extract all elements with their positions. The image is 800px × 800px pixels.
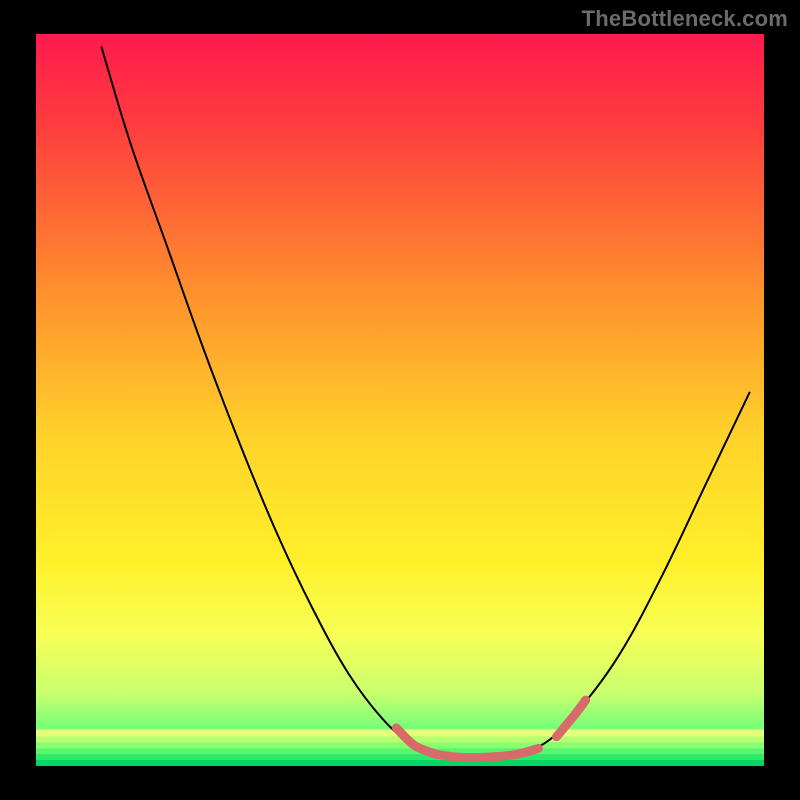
bottom-band [36,754,764,760]
bottom-band [36,760,764,766]
bottom-band [36,748,764,754]
gradient-background [36,34,764,766]
chart-svg [0,0,800,800]
watermark-text: TheBottleneck.com [582,6,788,32]
chart-frame: TheBottleneck.com [0,0,800,800]
bottom-band [36,743,764,749]
